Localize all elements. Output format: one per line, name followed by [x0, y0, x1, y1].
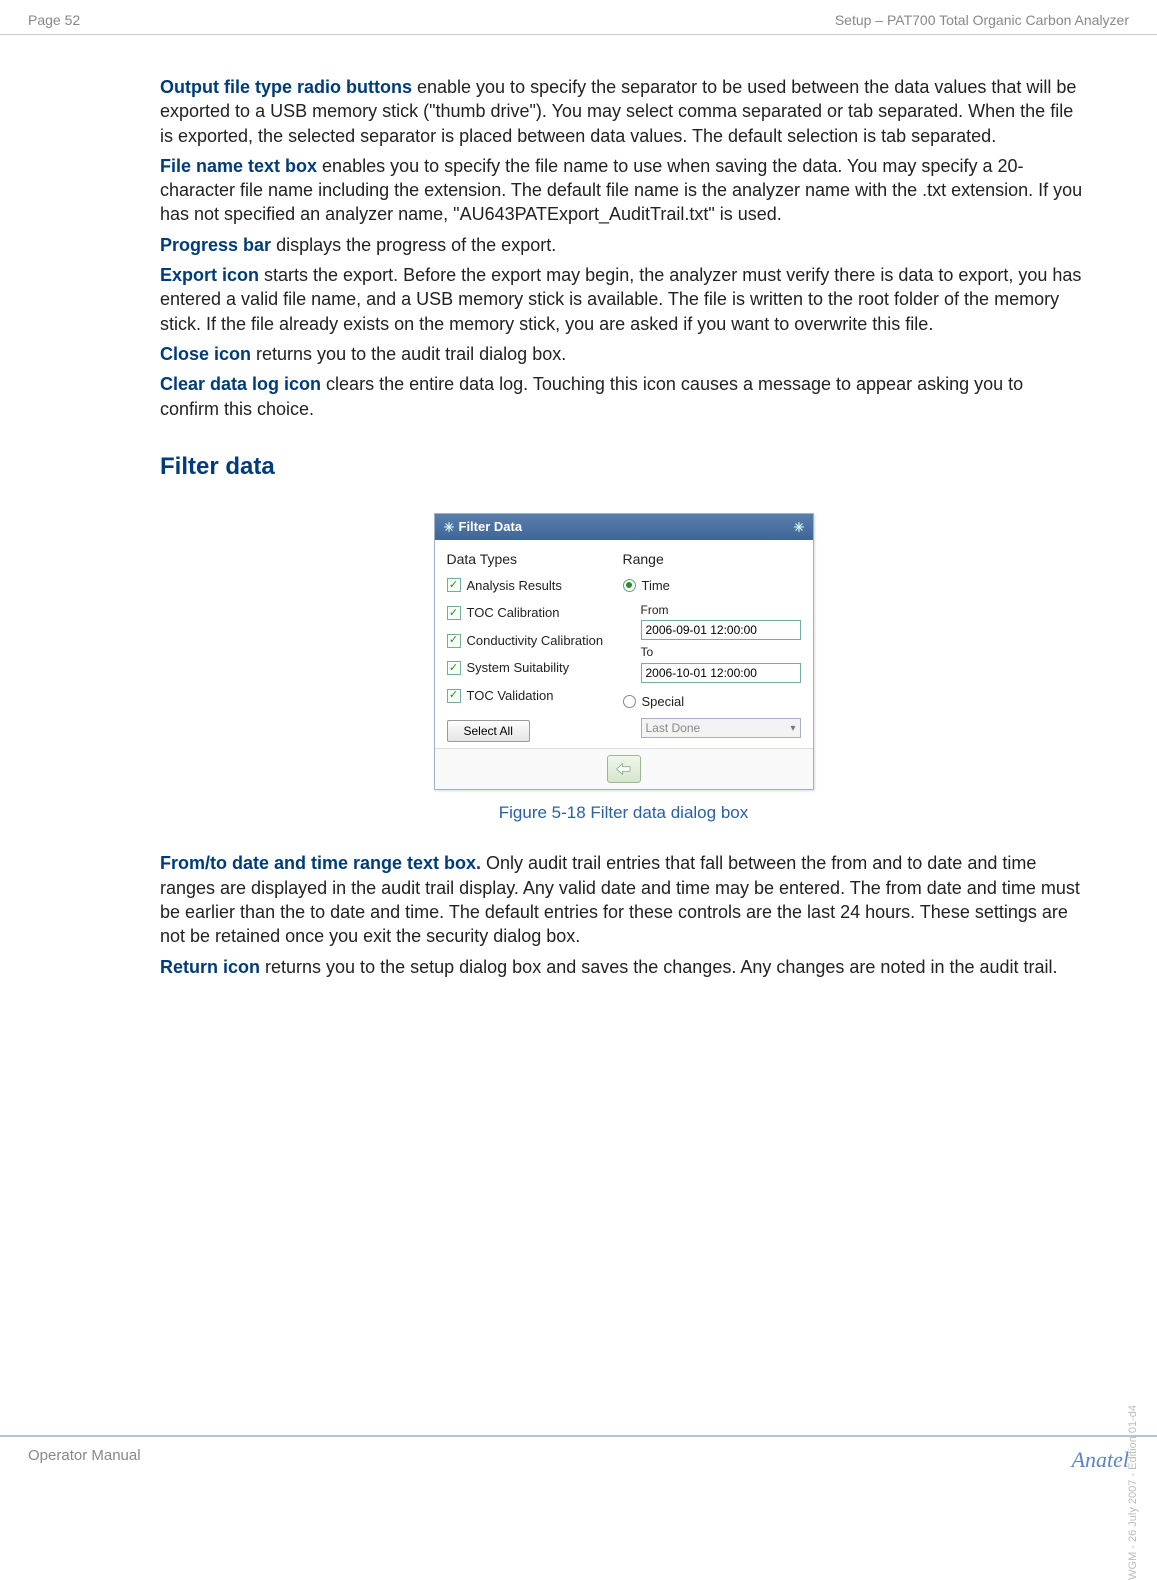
- radio-row-special[interactable]: Special: [623, 693, 801, 711]
- checkbox-row-system-suitability[interactable]: ✓ System Suitability: [447, 659, 605, 677]
- return-button[interactable]: [607, 755, 641, 783]
- special-dropdown[interactable]: Last Done ▾: [641, 718, 801, 738]
- select-all-button[interactable]: Select All: [447, 720, 530, 742]
- paragraph: From/to date and time range text box. On…: [160, 851, 1087, 948]
- dialog-title-text: Filter Data: [459, 518, 523, 536]
- column-heading-data-types: Data Types: [447, 550, 605, 569]
- checkbox-icon[interactable]: ✓: [447, 578, 461, 592]
- figure-caption: Figure 5-18 Filter data dialog box: [160, 802, 1087, 825]
- snowflake-icon: [793, 521, 805, 533]
- body-text: returns you to the setup dialog box and …: [260, 957, 1058, 977]
- term-output-file-type: Output file type radio buttons: [160, 77, 412, 97]
- snowflake-icon: [443, 521, 455, 533]
- checkbox-label: TOC Validation: [467, 687, 554, 705]
- term-progress-bar: Progress bar: [160, 235, 271, 255]
- dropdown-value: Last Done: [646, 720, 701, 736]
- paragraph: Return icon returns you to the setup dia…: [160, 955, 1087, 979]
- from-label: From: [641, 602, 801, 618]
- body-text: starts the export. Before the export may…: [160, 265, 1081, 334]
- to-label: To: [641, 644, 801, 660]
- term-close-icon: Close icon: [160, 344, 251, 364]
- page-number: Page 52: [28, 12, 80, 28]
- checkbox-row-toc-validation[interactable]: ✓ TOC Validation: [447, 687, 605, 705]
- checkbox-icon[interactable]: ✓: [447, 689, 461, 703]
- radio-label: Special: [642, 693, 685, 711]
- doc-title: Setup – PAT700 Total Organic Carbon Anal…: [835, 12, 1129, 28]
- paragraph: File name text box enables you to specif…: [160, 154, 1087, 227]
- paragraph: Close icon returns you to the audit trai…: [160, 342, 1087, 366]
- paragraph: Output file type radio buttons enable yo…: [160, 75, 1087, 148]
- data-types-column: Data Types ✓ Analysis Results ✓ TOC Calibr…: [447, 550, 605, 743]
- term-export-icon: Export icon: [160, 265, 259, 285]
- return-arrow-icon: [615, 761, 633, 777]
- checkbox-row-conductivity-calibration[interactable]: ✓ Conductivity Calibration: [447, 632, 605, 650]
- from-datetime-input[interactable]: [641, 620, 801, 640]
- column-heading-range: Range: [623, 550, 801, 569]
- body-text: returns you to the audit trail dialog bo…: [251, 344, 566, 364]
- to-datetime-input[interactable]: [641, 663, 801, 683]
- main-content: Output file type radio buttons enable yo…: [0, 35, 1157, 979]
- checkbox-label: TOC Calibration: [467, 604, 560, 622]
- term-return-icon: Return icon: [160, 957, 260, 977]
- paragraph: Export icon starts the export. Before th…: [160, 263, 1087, 336]
- paragraph: Clear data log icon clears the entire da…: [160, 372, 1087, 421]
- term-file-name: File name text box: [160, 156, 317, 176]
- checkbox-icon[interactable]: ✓: [447, 634, 461, 648]
- range-column: Range Time From To Special Last Done ▾: [623, 550, 801, 743]
- checkbox-label: System Suitability: [467, 659, 570, 677]
- revision-sidebar-text: WGM - 26 July 2007 - Edition 01-d4: [1127, 1405, 1139, 1580]
- checkbox-icon[interactable]: ✓: [447, 606, 461, 620]
- dialog-title-bar[interactable]: Filter Data: [435, 514, 813, 540]
- section-heading-filter-data: Filter data: [160, 451, 1087, 483]
- radio-icon-unselected[interactable]: [623, 695, 636, 708]
- dialog-footer: [435, 748, 813, 789]
- figure-container: Filter Data Data Types ✓ Analysis Results…: [160, 513, 1087, 825]
- radio-icon-selected[interactable]: [623, 579, 636, 592]
- chevron-down-icon: ▾: [790, 722, 795, 736]
- body-text: displays the progress of the export.: [271, 235, 556, 255]
- radio-label: Time: [642, 577, 670, 595]
- term-clear-data-log-icon: Clear data log icon: [160, 374, 321, 394]
- checkbox-label: Analysis Results: [467, 577, 562, 595]
- footer-brand: Anatel: [1072, 1447, 1129, 1473]
- checkbox-label: Conductivity Calibration: [467, 632, 604, 650]
- checkbox-row-analysis-results[interactable]: ✓ Analysis Results: [447, 577, 605, 595]
- checkbox-icon[interactable]: ✓: [447, 661, 461, 675]
- filter-data-dialog: Filter Data Data Types ✓ Analysis Results…: [434, 513, 814, 790]
- checkbox-row-toc-calibration[interactable]: ✓ TOC Calibration: [447, 604, 605, 622]
- page-header: Page 52 Setup – PAT700 Total Organic Car…: [0, 0, 1157, 35]
- radio-row-time[interactable]: Time: [623, 577, 801, 595]
- term-from-to-range: From/to date and time range text box.: [160, 853, 481, 873]
- footer-left: Operator Manual: [28, 1447, 141, 1473]
- paragraph: Progress bar displays the progress of th…: [160, 233, 1087, 257]
- dialog-body: Data Types ✓ Analysis Results ✓ TOC Calibr…: [435, 540, 813, 749]
- page-footer: Operator Manual Anatel: [0, 1435, 1157, 1473]
